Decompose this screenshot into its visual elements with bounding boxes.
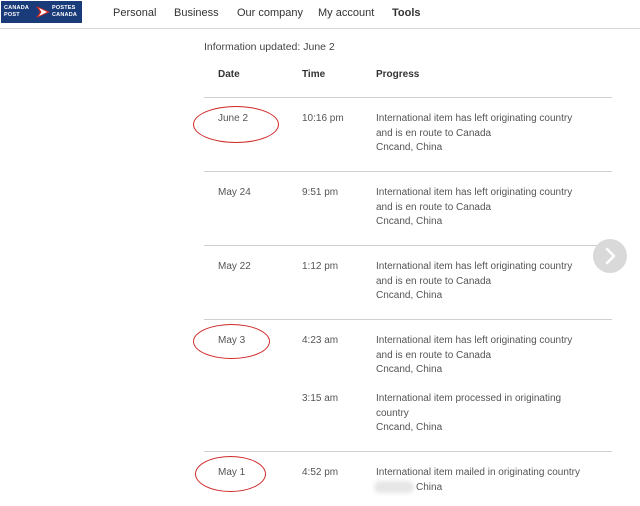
- nav-my-account[interactable]: My account: [318, 7, 374, 19]
- row-time: 9:51 pm: [302, 187, 339, 198]
- row-time: 3:15 am: [302, 393, 339, 404]
- row-time: 10:16 pm: [302, 113, 344, 124]
- divider: [204, 451, 612, 452]
- row-time: 4:52 pm: [302, 467, 339, 478]
- row-progress: International item has left originating …: [376, 261, 573, 302]
- row-date: May 24: [218, 187, 251, 198]
- logo-text-right: POSTES CANADA: [52, 5, 78, 18]
- annotation-circle: [195, 456, 266, 492]
- logo-text-left: CANADA POST: [4, 5, 30, 18]
- row-progress: International item processed in originat…: [376, 393, 562, 434]
- chevron-right-icon: [605, 247, 616, 265]
- nav-business[interactable]: Business: [174, 7, 219, 19]
- row-time: 1:12 pm: [302, 261, 339, 272]
- column-header-time: Time: [302, 69, 326, 80]
- divider: [204, 171, 612, 172]
- row-progress: International item has left originating …: [376, 335, 573, 376]
- site-header: CANADA POST POSTES CANADA Personal Busin…: [0, 0, 640, 29]
- information-updated: Information updated: June 2: [204, 41, 335, 53]
- column-header-date: Date: [218, 69, 240, 80]
- divider: [204, 319, 612, 320]
- row-progress: International item has left originating …: [376, 113, 573, 154]
- next-button[interactable]: [593, 239, 627, 273]
- redacted-location: [374, 481, 414, 493]
- nav-tools[interactable]: Tools: [392, 7, 421, 19]
- nav-our-company[interactable]: Our company: [237, 7, 303, 19]
- row-date: May 22: [218, 261, 251, 272]
- row-progress: International item has left originating …: [376, 187, 573, 228]
- canada-post-logo[interactable]: CANADA POST POSTES CANADA: [1, 1, 82, 23]
- annotation-circle: [193, 324, 270, 359]
- divider: [204, 245, 612, 246]
- row-time: 4:23 am: [302, 335, 339, 346]
- logo-chevron-icon: [36, 6, 50, 18]
- annotation-circle: [193, 106, 279, 143]
- divider: [204, 97, 612, 98]
- nav-personal[interactable]: Personal: [113, 7, 156, 19]
- column-header-progress: Progress: [376, 69, 420, 80]
